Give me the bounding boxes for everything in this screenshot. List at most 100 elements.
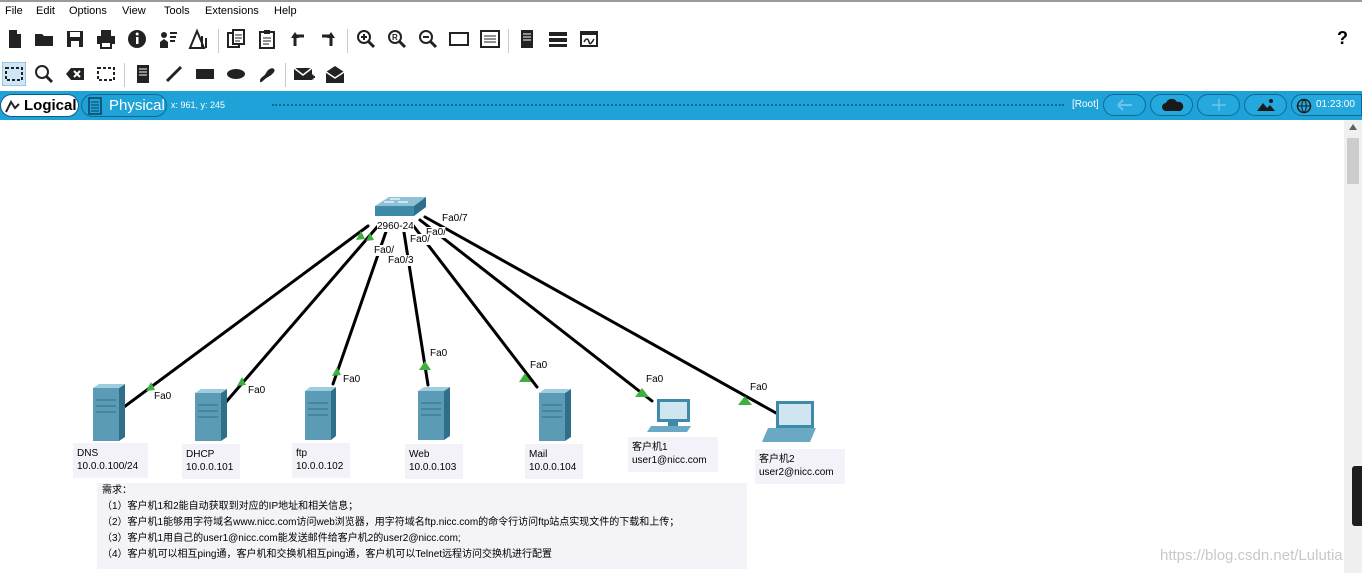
server-icon[interactable] <box>305 387 336 440</box>
server-icon[interactable] <box>195 389 227 441</box>
undo-icon[interactable] <box>287 28 309 50</box>
device-label-dns: DNS 10.0.0.100/24 <box>73 443 148 478</box>
move-object-button[interactable] <box>1197 94 1240 116</box>
laptop-icon[interactable] <box>762 401 816 442</box>
custom-devices-icon[interactable] <box>479 28 501 50</box>
menu-help[interactable]: Help <box>274 5 297 17</box>
paste-icon[interactable] <box>256 28 278 50</box>
draw-ellipse-icon[interactable] <box>225 63 247 85</box>
svg-text:R: R <box>392 33 398 42</box>
menu-view[interactable]: View <box>122 5 146 17</box>
link-client2[interactable] <box>423 215 778 415</box>
draw-rectangle-icon[interactable] <box>194 63 216 85</box>
cluster-icon[interactable] <box>547 28 569 50</box>
device-label-web: Web 10.0.0.103 <box>405 444 463 479</box>
device-ip: user2@nicc.com <box>759 467 834 478</box>
place-note-icon[interactable] <box>132 63 154 85</box>
requirements-note[interactable]: 需求： （1）客户机1和2能自动获取到对应的IP地址和相关信息； （2）客户机1… <box>97 483 747 569</box>
switch-port-label: Fa0/7 <box>442 213 468 224</box>
add-complex-pdu-icon[interactable] <box>324 63 346 85</box>
edit-toolbar <box>0 57 1362 91</box>
note-line: 需求： <box>102 485 132 496</box>
new-cluster-button[interactable] <box>1150 94 1193 116</box>
pdu-icon[interactable] <box>188 28 210 50</box>
device-ip: 10.0.0.101 <box>186 462 234 473</box>
move-icon <box>1212 99 1226 111</box>
server-icon[interactable] <box>539 389 571 441</box>
side-panel-handle[interactable] <box>1352 466 1362 526</box>
toolbar-separator <box>347 29 348 53</box>
switch-port-label: Fa0/3 <box>388 255 414 266</box>
print-icon[interactable] <box>95 28 117 50</box>
note-line: （1）客户机1和2能自动获取到对应的IP地址和相关信息； <box>102 501 359 512</box>
zoom-reset-icon[interactable]: R <box>386 28 408 50</box>
menu-tools[interactable]: Tools <box>164 5 190 17</box>
new-file-icon[interactable] <box>4 28 26 50</box>
back-arrow-icon <box>1117 99 1132 111</box>
info-icon[interactable] <box>126 28 148 50</box>
inspect-icon[interactable] <box>33 63 55 85</box>
device-label-dhcp: DHCP 10.0.0.101 <box>182 444 240 479</box>
scroll-up-icon[interactable] <box>1349 124 1357 130</box>
device-label-ftp: ftp 10.0.0.102 <box>292 443 350 478</box>
link-client1[interactable] <box>418 218 654 403</box>
copy-icon[interactable] <box>225 28 247 50</box>
cursor-coordinates: x: 961, y: 245 <box>171 100 226 110</box>
server-icon[interactable] <box>418 387 450 440</box>
zoom-out-icon[interactable] <box>417 28 439 50</box>
device-ip: 10.0.0.100/24 <box>77 461 139 472</box>
draw-line-icon[interactable] <box>163 63 185 85</box>
back-button[interactable] <box>1103 94 1146 116</box>
device-port-label: Fa0 <box>343 374 361 385</box>
device-port-label: Fa0 <box>530 360 548 371</box>
image-icon <box>1257 99 1275 111</box>
device-name: DHCP <box>186 449 215 460</box>
redo-icon[interactable] <box>317 28 339 50</box>
add-simple-pdu-icon[interactable] <box>293 63 315 85</box>
notes-icon[interactable] <box>516 28 538 50</box>
logical-tab[interactable]: Logical <box>0 94 79 117</box>
menu-bar: File Edit Options View Tools Extensions … <box>0 0 1362 22</box>
device-ip: 10.0.0.102 <box>296 461 344 472</box>
root-breadcrumb[interactable]: [Root] <box>1072 99 1099 110</box>
menu-edit[interactable]: Edit <box>36 5 55 17</box>
scrollbar-thumb[interactable] <box>1347 138 1359 184</box>
logical-workspace-canvas[interactable]: 2960-24 Fa0/7 Fa0/ Fa0/ Fa0/ Fa0/3 Fa0 F… <box>0 120 1344 573</box>
set-background-button[interactable] <box>1244 94 1287 116</box>
freeform-icon[interactable] <box>256 63 278 85</box>
device-port-label: Fa0 <box>750 382 768 393</box>
help-button[interactable]: ? <box>1337 28 1348 49</box>
menu-options[interactable]: Options <box>69 5 107 17</box>
watermark: https://blog.csdn.net/Lulutia <box>1160 547 1343 564</box>
link-mail[interactable] <box>410 222 539 389</box>
pdu-list-icon[interactable] <box>578 28 600 50</box>
select-icon[interactable] <box>2 62 26 86</box>
menu-file[interactable]: File <box>5 5 23 17</box>
open-folder-icon[interactable] <box>33 28 55 50</box>
pc-icon[interactable] <box>647 399 691 432</box>
zoom-in-icon[interactable] <box>355 28 377 50</box>
device-port-label: Fa0 <box>646 374 664 385</box>
link-web[interactable] <box>401 224 430 387</box>
server-icon[interactable] <box>93 384 125 441</box>
simulation-clock: 01:23:00 <box>1316 99 1355 110</box>
device-name: Web <box>409 449 430 460</box>
menu-extensions[interactable]: Extensions <box>205 5 259 17</box>
drawing-palette-icon[interactable] <box>448 28 470 50</box>
switch-icon[interactable] <box>375 197 426 216</box>
physical-tab[interactable]: Physical <box>81 94 167 117</box>
workspace-bar: Logical Physical x: 961, y: 245 [Root] 0… <box>0 91 1362 120</box>
globe-clock-icon <box>1296 98 1312 114</box>
workspace-path-line <box>272 104 1064 106</box>
save-icon[interactable] <box>64 28 86 50</box>
delete-icon[interactable] <box>64 63 86 85</box>
switch-port-label: Fa0/ <box>410 234 431 245</box>
note-line: （4）客户机可以相互ping通，客户机和交换机相互ping通，客户机可以Teln… <box>102 549 553 560</box>
vertical-scrollbar[interactable] <box>1344 120 1362 573</box>
activity-wizard-icon[interactable] <box>157 28 179 50</box>
device-ip: 10.0.0.104 <box>529 462 577 473</box>
note-line: （3）客户机1用自己的user1@nicc.com能发送邮件给客户机2的user… <box>102 533 461 544</box>
device-port-label: Fa0 <box>154 391 172 402</box>
switch-label: 2960-24 <box>377 221 414 232</box>
resize-icon[interactable] <box>95 63 117 85</box>
